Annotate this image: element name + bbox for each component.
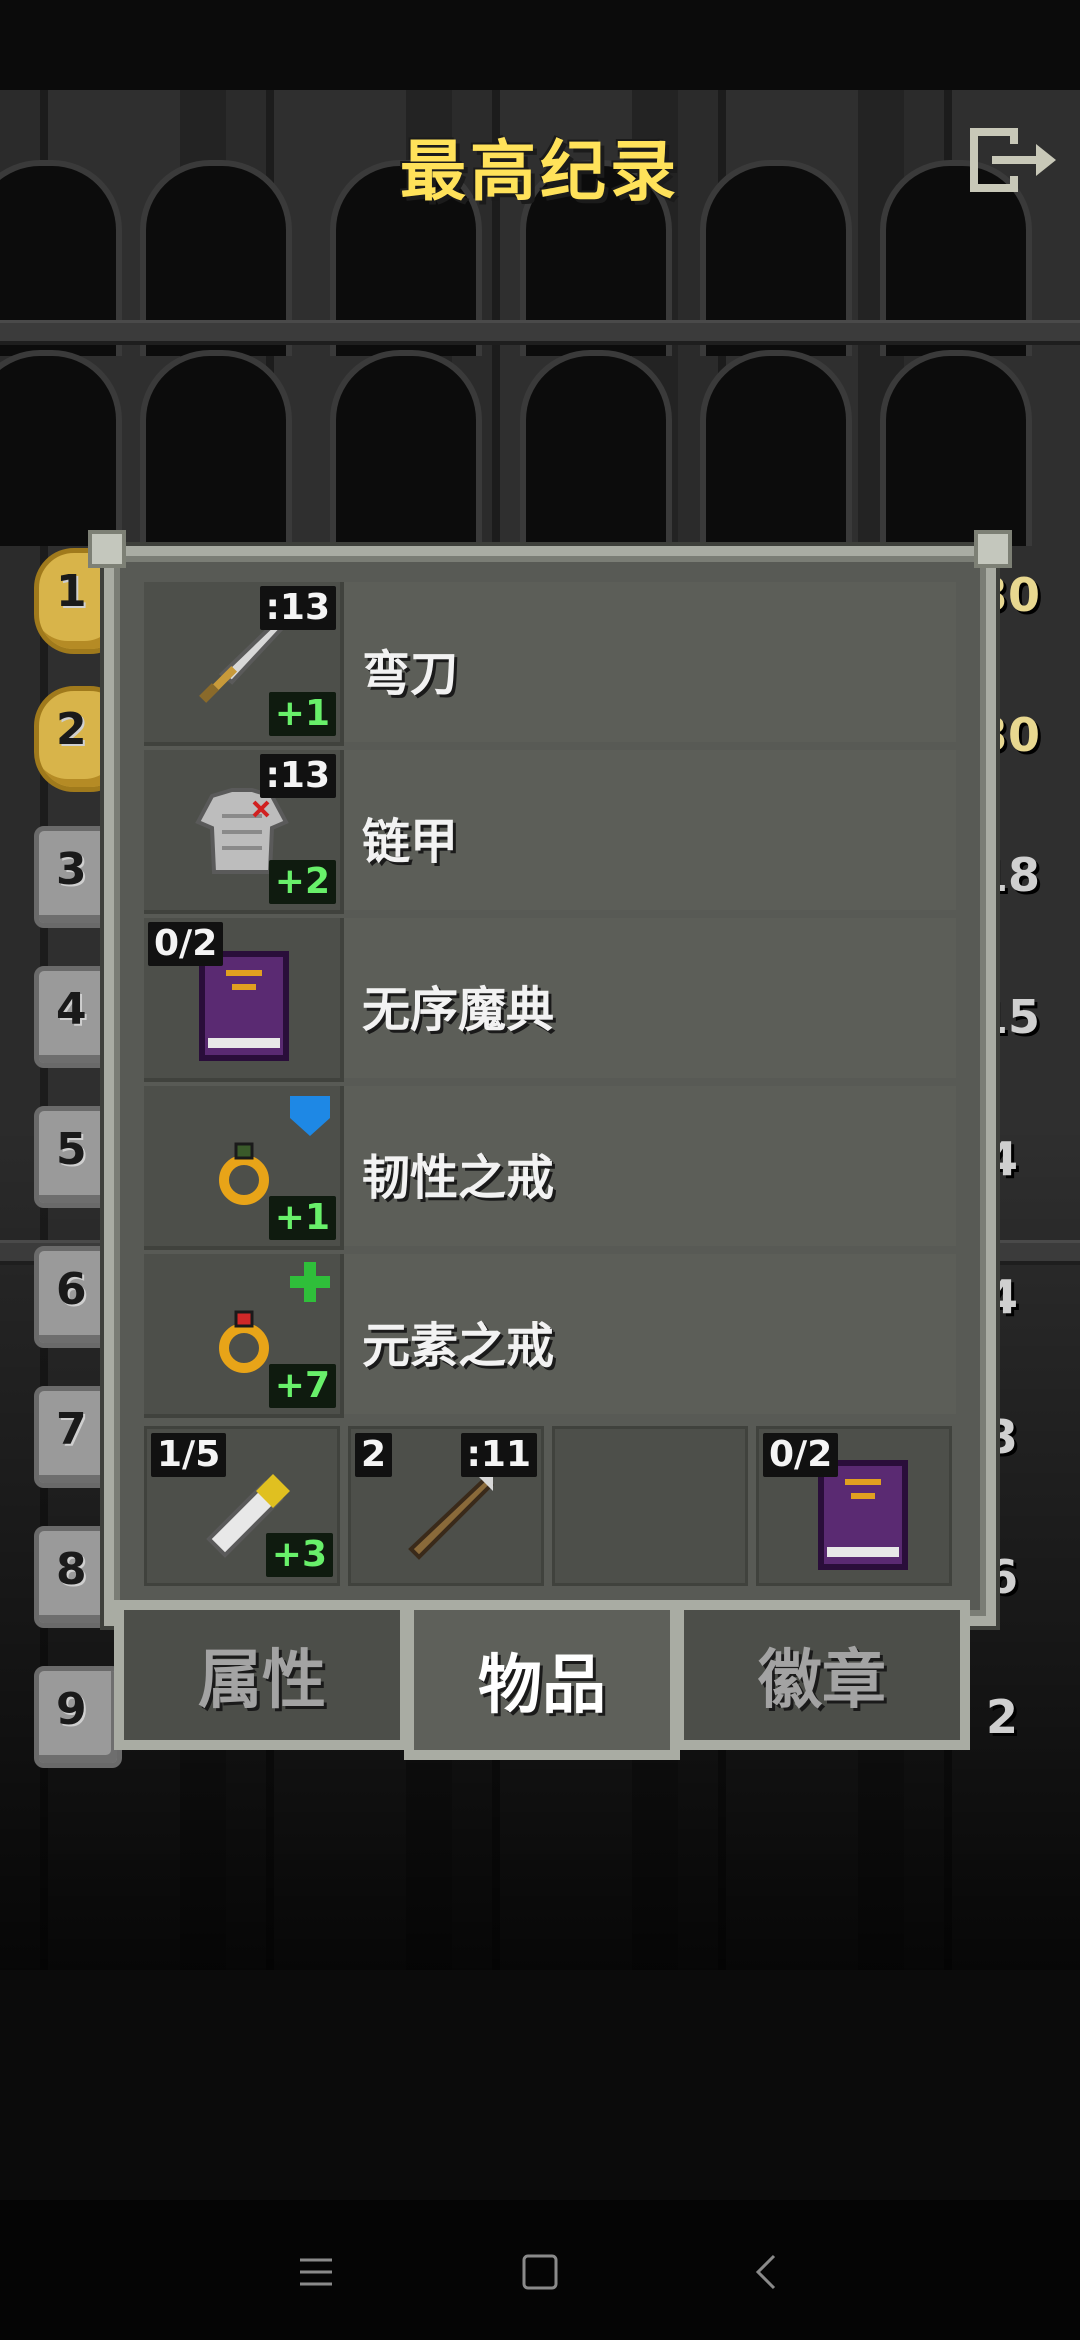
tab-items[interactable]: 物品 [404, 1600, 680, 1760]
item-quantity-tag: 2 [355, 1433, 393, 1477]
rank-badge-3: 3 [34, 826, 122, 928]
item-upgrade-tag: +2 [268, 860, 336, 904]
item-name: 弯刀 [362, 646, 459, 702]
item-level-tag: :11 [460, 1433, 537, 1477]
page-title: 最高纪录 [400, 133, 680, 210]
menu-icon[interactable] [294, 2250, 338, 2294]
quickslot-1[interactable]: 1/5 +3 [144, 1426, 340, 1586]
ledge [0, 320, 1080, 345]
rank-badge-6: 6 [34, 1246, 122, 1348]
item-level-tag: :13 [259, 754, 336, 798]
back-icon[interactable] [746, 2250, 790, 2294]
quickslot-2[interactable]: 2 :11 [348, 1426, 544, 1586]
arch-row-mid [0, 350, 1080, 550]
inventory-row-ring-elements[interactable]: +7 元素之戒 [144, 1254, 956, 1418]
item-name: 链甲 [362, 814, 459, 870]
item-upgrade-tag: +7 [268, 1364, 336, 1408]
rank-badge-9: 9 [34, 1666, 122, 1768]
item-charges-tag: 0/2 [148, 922, 224, 966]
home-icon[interactable] [518, 2250, 562, 2294]
quickslot-bar: 1/5 +3 2 :11 0/2 [144, 1426, 956, 1586]
spellbook-icon [199, 951, 289, 1061]
throwing-spear-icon [408, 1476, 494, 1560]
inventory-row-scimitar[interactable]: :13 +1 弯刀 [144, 582, 956, 746]
item-slot[interactable]: +1 [144, 1086, 344, 1250]
item-slot[interactable]: :13 +1 [144, 582, 344, 746]
rank-badge-8: 8 [34, 1526, 122, 1628]
rank-depth-9: 2 [986, 1690, 1019, 1744]
blue-shield-icon [290, 1096, 330, 1136]
exit-button[interactable] [962, 120, 1062, 200]
ring-tenacity-icon [219, 1142, 269, 1205]
item-slot[interactable]: :13 +2 [144, 750, 344, 914]
rank-badge-4: 4 [34, 966, 122, 1068]
quickslot-3[interactable] [552, 1426, 748, 1586]
rank-badge-5: 5 [34, 1106, 122, 1208]
inventory-row-spellbook[interactable]: 0/2 无序魔典 [144, 918, 956, 1082]
system-navigation-bar [0, 2200, 1080, 2340]
green-cross-icon [290, 1262, 330, 1302]
ring-elements-icon [219, 1310, 269, 1373]
item-charges-tag: 0/2 [763, 1433, 839, 1477]
item-upgrade-tag: +3 [265, 1533, 333, 1577]
panel-corner [974, 530, 1012, 568]
item-upgrade-tag: +1 [268, 692, 336, 736]
item-slot[interactable]: +7 [144, 1254, 344, 1418]
inventory-row-chainmail[interactable]: :13 +2 链甲 [144, 750, 956, 914]
item-slot[interactable]: 0/2 [144, 918, 344, 1082]
item-name: 无序魔典 [362, 982, 555, 1038]
item-level-tag: :13 [259, 586, 336, 630]
quickslot-4[interactable]: 0/2 [756, 1426, 952, 1586]
item-upgrade-tag: +1 [268, 1196, 336, 1240]
tab-badges[interactable]: 徽章 [674, 1600, 970, 1750]
item-name: 元素之戒 [362, 1318, 555, 1374]
hero-inventory-panel: :13 +1 弯刀 :13 +2 链甲 0/2 无序魔典 +1 韧性之戒 +7 … [88, 530, 1012, 1626]
tab-stats[interactable]: 属性 [114, 1600, 410, 1750]
item-charges-tag: 1/5 [151, 1433, 227, 1477]
rank-badge-7: 7 [34, 1386, 122, 1488]
rank-badge-2: 2 [34, 686, 130, 792]
inventory-row-ring-tenacity[interactable]: +1 韧性之戒 [144, 1086, 956, 1250]
panel-corner [88, 530, 126, 568]
exit-icon [970, 128, 1056, 192]
item-name: 韧性之戒 [362, 1150, 555, 1206]
